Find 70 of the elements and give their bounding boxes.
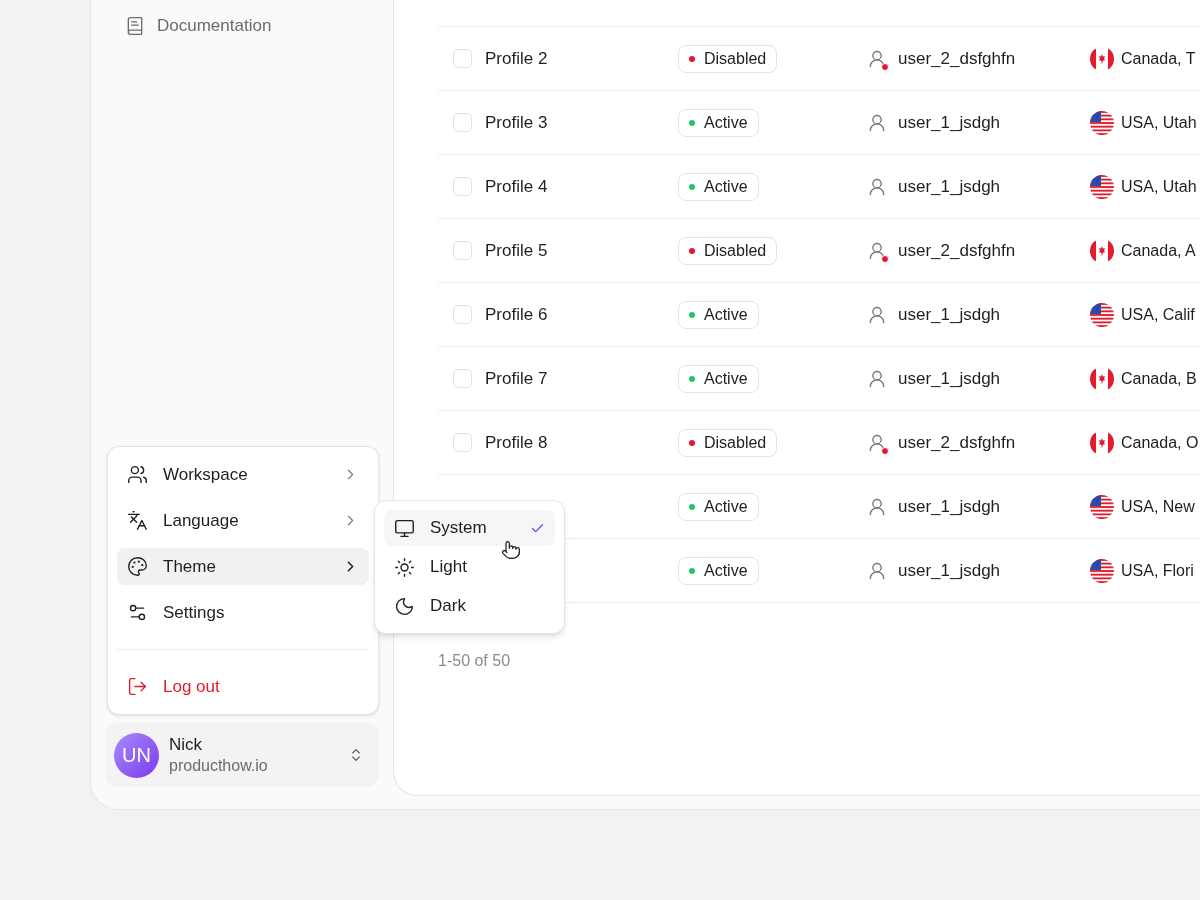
location: Canada, T: [1121, 48, 1196, 69]
profile-name: Profile 3: [485, 112, 548, 132]
profile-name: Profile 2: [485, 48, 548, 68]
status-badge: Disabled: [678, 428, 778, 457]
user-name: Nick: [169, 734, 204, 756]
monitor-icon: [394, 517, 415, 539]
user-icon: [867, 496, 887, 517]
status-badge: Disabled: [678, 236, 778, 265]
people-icon: [127, 464, 148, 485]
status-badge: Active: [678, 300, 759, 329]
location: Canada, O: [1121, 432, 1199, 453]
user-icon: [867, 368, 887, 389]
location: USA, Utah: [1121, 112, 1197, 133]
status-badge: Active: [678, 172, 759, 201]
status-badge: Active: [678, 108, 759, 137]
logout-icon: [127, 676, 148, 697]
row-checkbox[interactable]: [453, 177, 472, 196]
user-card[interactable]: UN Nick producthow.io: [105, 723, 379, 787]
user-icon: [867, 304, 887, 325]
user-icon: [867, 176, 887, 197]
theme-option[interactable]: Dark: [384, 588, 555, 624]
sun-icon: [394, 556, 415, 578]
profile-name: Profile 4: [485, 176, 548, 196]
user-icon: [867, 112, 887, 133]
profile-name: Profile 5: [485, 240, 548, 260]
sidebar-item[interactable]: Documentation: [125, 8, 359, 44]
username: user_1_jsdgh: [898, 495, 1001, 518]
book-icon: [125, 16, 145, 36]
status-badge: Active: [678, 492, 759, 521]
menu-item[interactable]: Theme: [117, 548, 369, 585]
location: Canada, B: [1121, 368, 1197, 389]
user-icon: [867, 240, 887, 261]
location: Canada, A: [1121, 240, 1196, 261]
palette-icon: [127, 556, 148, 577]
translate-icon: [127, 510, 148, 531]
username: user_1_jsdgh: [898, 559, 1001, 582]
location: USA, Utah: [1121, 176, 1197, 197]
user-domain: producthow.io: [169, 755, 269, 776]
avatar: UN: [114, 732, 159, 778]
username: user_1_jsdgh: [898, 303, 1001, 326]
status-badge: Disabled: [678, 44, 778, 73]
pagination-summary: 1-50 of 50: [438, 652, 511, 669]
profile-name: Profile 8: [485, 432, 548, 452]
sliders-icon: [127, 602, 148, 623]
username: user_1_jsdgh: [898, 367, 1001, 390]
theme-option[interactable]: System: [384, 510, 555, 546]
row-checkbox[interactable]: [453, 49, 472, 68]
status-badge: Active: [678, 364, 759, 393]
row-checkbox[interactable]: [453, 369, 472, 388]
moon-icon: [394, 595, 415, 617]
location: USA, Flori: [1121, 560, 1194, 581]
theme-option[interactable]: Light: [384, 549, 555, 585]
username: user_1_jsdgh: [898, 175, 1001, 198]
profile-name: Profile 6: [485, 304, 548, 324]
user-icon: [867, 48, 887, 69]
row-checkbox[interactable]: [453, 241, 472, 260]
user-icon: [867, 560, 887, 581]
location: USA, Calif: [1121, 304, 1195, 325]
row-checkbox[interactable]: [453, 433, 472, 452]
location: USA, New: [1121, 496, 1195, 517]
username: user_2_dsfghfn: [898, 431, 1016, 454]
username: user_2_dsfghfn: [898, 239, 1016, 262]
status-badge: Active: [678, 556, 759, 585]
username: user_1_jsdgh: [898, 111, 1001, 134]
row-checkbox[interactable]: [453, 113, 472, 132]
hand-cursor-icon: [501, 540, 521, 560]
row-checkbox[interactable]: [453, 305, 472, 324]
user-icon: [867, 432, 887, 453]
profile-name: Profile 7: [485, 368, 548, 388]
username: user_2_dsfghfn: [898, 47, 1016, 70]
